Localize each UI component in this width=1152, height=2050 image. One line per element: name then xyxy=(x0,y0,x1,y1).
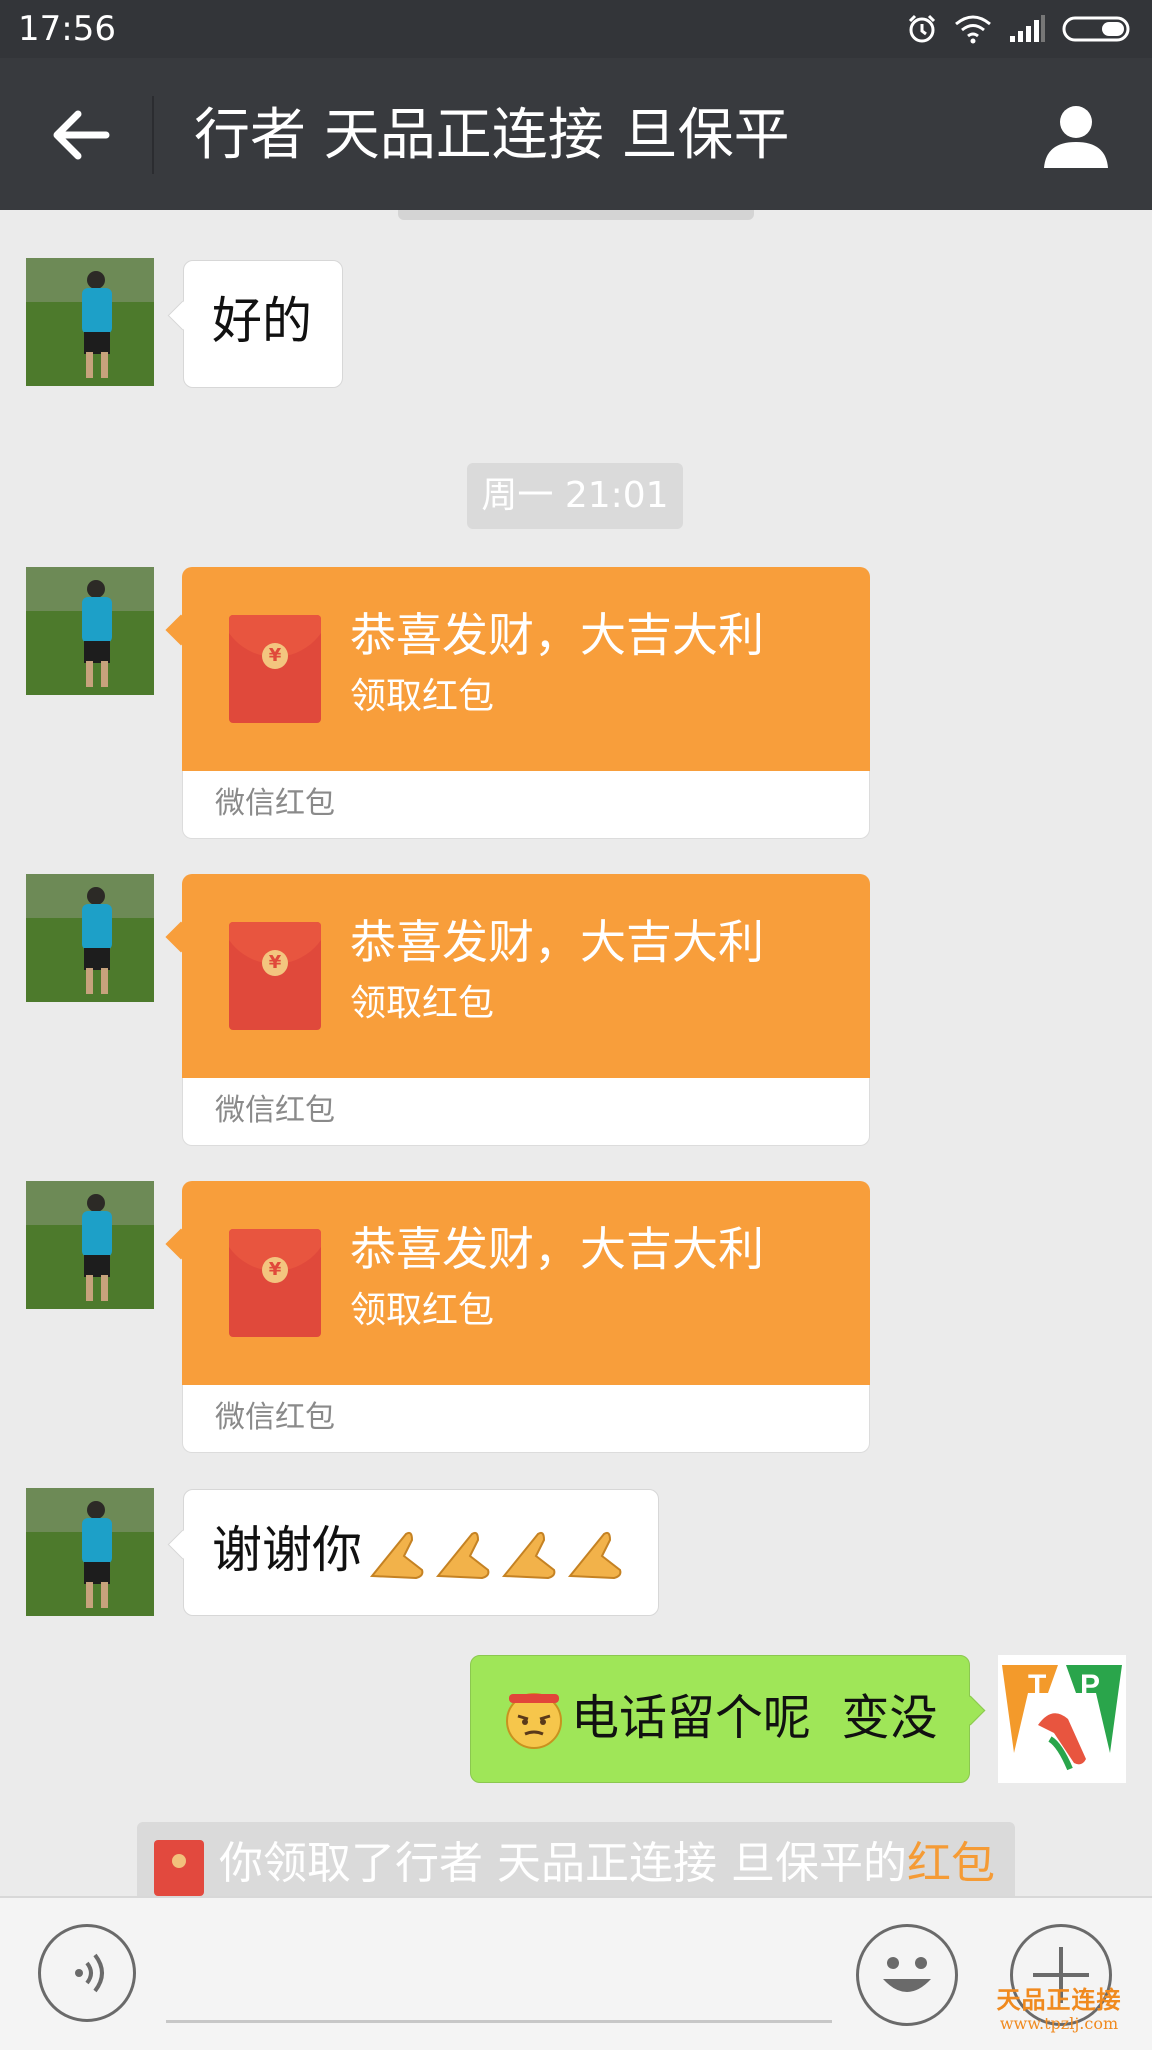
avatar-photo xyxy=(26,874,154,1002)
notice-text: 你领取了行者 天品正连接 旦保平的红包 xyxy=(219,1834,995,1894)
red-packet-footer: 微信红包 xyxy=(182,1078,870,1146)
emoji-row xyxy=(366,1520,628,1584)
status-icons xyxy=(906,10,1134,48)
avatar-photo xyxy=(26,1181,154,1309)
red-packet-footer: 微信红包 xyxy=(182,1385,870,1453)
back-arrow-icon[interactable] xyxy=(46,100,116,170)
red-packet-footer-text: 微信红包 xyxy=(215,786,335,821)
red-packet-icon: ¥ xyxy=(229,1229,321,1337)
contact-avatar[interactable] xyxy=(26,1181,154,1309)
profile-icon[interactable] xyxy=(1040,100,1112,172)
contact-avatar[interactable] xyxy=(26,567,154,695)
avatar-photo xyxy=(26,258,154,386)
red-packet-action: 领取红包 xyxy=(350,983,495,1024)
message-text: 电话留个呢 变没 xyxy=(571,1690,938,1746)
red-packet-greeting: 恭喜发财，大吉大利 xyxy=(350,1222,764,1276)
timestamp-text: 周一 21:01 xyxy=(481,475,669,516)
voice-icon xyxy=(75,1953,104,1993)
praying-hands-icon xyxy=(369,1531,424,1580)
svg-text:P: P xyxy=(1080,1669,1100,1702)
red-packet-footer-text: 微信红包 xyxy=(215,1093,335,1128)
red-packet-footer-text: 微信红包 xyxy=(215,1400,335,1435)
system-notice: 你领取了行者 天品正连接 旦保平的红包 xyxy=(137,1822,1015,1906)
contact-avatar[interactable] xyxy=(26,874,154,1002)
chat-title: 行者 天品正连接 旦保平 xyxy=(194,103,790,168)
logo-avatar: T P xyxy=(998,1655,1126,1783)
red-packet-card[interactable]: ¥ 恭喜发财，大吉大利 领取红包 微信红包 xyxy=(182,874,870,1146)
red-packet-icon xyxy=(154,1840,204,1896)
message-bubble-self[interactable]: 电话留个呢 变没 xyxy=(470,1655,970,1783)
contact-avatar[interactable] xyxy=(26,1488,154,1616)
message-bubble[interactable]: 好的 xyxy=(183,260,343,388)
svg-text:T: T xyxy=(1028,1669,1046,1702)
battery-icon xyxy=(1062,16,1130,42)
message-input[interactable] xyxy=(166,2020,832,2023)
red-packet-greeting: 恭喜发财，大吉大利 xyxy=(350,915,764,969)
voice-button[interactable] xyxy=(38,1924,136,2022)
contact-avatar[interactable] xyxy=(26,258,154,386)
red-packet-card[interactable]: ¥ 恭喜发财，大吉大利 领取红包 微信红包 xyxy=(182,567,870,839)
wifi-icon xyxy=(955,15,991,44)
alarm-icon xyxy=(908,14,936,43)
header-divider xyxy=(152,96,154,174)
notice-prefix: 你领取了行者 天品正连接 旦保平的 xyxy=(219,1838,907,1889)
annoyed-face-icon xyxy=(506,1693,562,1749)
red-packet-action: 领取红包 xyxy=(350,676,495,717)
emoji-icon xyxy=(883,1957,931,1992)
red-packet-card[interactable]: ¥ 恭喜发财，大吉大利 领取红包 微信红包 xyxy=(182,1181,870,1453)
message-bubble[interactable]: 谢谢你 xyxy=(183,1489,659,1616)
avatar-photo xyxy=(26,567,154,695)
red-packet-body: ¥ 恭喜发财，大吉大利 领取红包 xyxy=(182,874,870,1078)
watermark: 天品正连接 www.tpzlj.com xyxy=(974,1986,1144,2034)
red-packet-body: ¥ 恭喜发财，大吉大利 领取红包 xyxy=(182,567,870,771)
self-avatar[interactable]: T P xyxy=(998,1655,1126,1783)
red-packet-action: 领取红包 xyxy=(350,1290,495,1331)
red-packet-greeting: 恭喜发财，大吉大利 xyxy=(350,608,764,662)
chat-header: 行者 天品正连接 旦保平 xyxy=(0,58,1152,210)
emoji-button[interactable] xyxy=(856,1924,958,2026)
status-bar: 17:56 xyxy=(0,0,1152,58)
red-packet-body: ¥ 恭喜发财，大吉大利 领取红包 xyxy=(182,1181,870,1385)
scroll-edge xyxy=(398,210,754,220)
status-time: 17:56 xyxy=(18,9,116,49)
praying-hands-icon xyxy=(435,1531,490,1580)
watermark-name: 天品正连接 xyxy=(996,1985,1122,2014)
praying-hands-icon xyxy=(501,1531,556,1580)
red-packet-footer: 微信红包 xyxy=(182,771,870,839)
message-text: 好的 xyxy=(212,292,312,350)
red-packet-icon: ¥ xyxy=(229,922,321,1030)
timestamp-badge: 周一 21:01 xyxy=(467,463,683,529)
notice-link[interactable]: 红包 xyxy=(907,1838,995,1889)
watermark-url: www.tpzlj.com xyxy=(999,2014,1119,2033)
message-text: 谢谢你 xyxy=(212,1521,362,1579)
praying-hands-icon xyxy=(567,1531,622,1580)
red-packet-icon: ¥ xyxy=(229,615,321,723)
avatar-photo xyxy=(26,1488,154,1616)
signal-icon xyxy=(1010,15,1045,42)
